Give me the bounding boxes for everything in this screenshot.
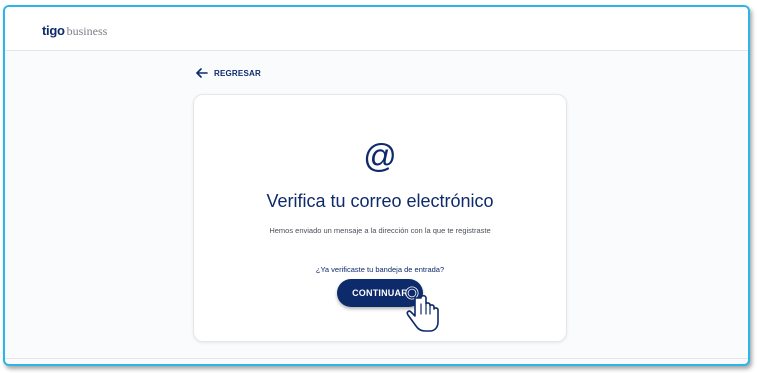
brand-suffix: business <box>66 24 108 38</box>
card-message: Hemos enviado un mensaje a la dirección … <box>269 226 491 235</box>
at-icon: @ <box>363 137 397 174</box>
card-question: ¿Ya verificaste tu bandeja de entrada? <box>315 265 445 274</box>
arrow-left-icon <box>196 68 208 78</box>
brand-logo[interactable]: tigo business <box>42 23 107 39</box>
back-link-label: REGRESAR <box>214 68 261 78</box>
pointer-hand-icon <box>405 286 439 332</box>
brand-name: tigo <box>42 23 65 38</box>
back-link[interactable]: REGRESAR <box>196 68 261 78</box>
top-bar: tigo business <box>5 7 748 51</box>
browser-frame: tigo business REGRESAR @ Verifica tu cor… <box>3 5 750 366</box>
verification-card: @ Verifica tu correo electrónico Hemos e… <box>193 94 567 342</box>
continue-button-label: CONTINUAR <box>352 288 408 298</box>
footer-divider <box>5 358 748 359</box>
card-title: Verifica tu correo electrónico <box>266 191 494 211</box>
